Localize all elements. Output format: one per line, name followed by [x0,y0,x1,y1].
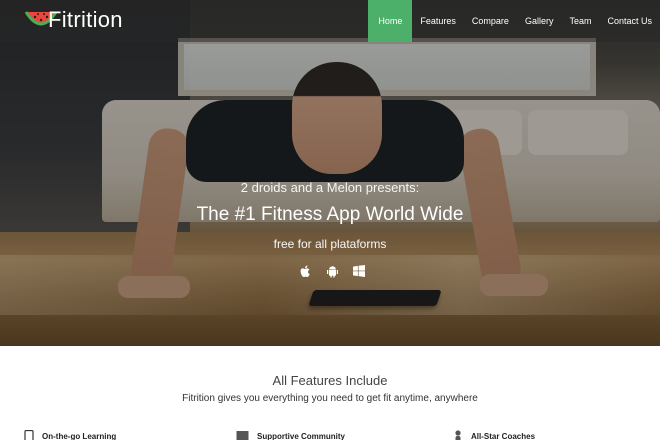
windows-icon[interactable] [352,264,366,278]
feature-item: Supportive Community [236,430,345,440]
feature-label: On-the-go Learning [42,431,117,440]
brand-link[interactable]: Fitrition [24,4,123,36]
nav-home[interactable]: Home [368,0,413,42]
phone-icon [24,430,34,440]
feature-item: All-Star Coaches [453,430,535,440]
feature-item: On-the-go Learning [24,430,116,440]
platform-links [298,264,366,278]
android-icon[interactable] [325,264,339,278]
features-title: All Features Include [272,373,388,388]
feature-label: Supportive Community [257,431,346,440]
nav-gallery[interactable]: Gallery [517,0,562,42]
hero-section [0,0,660,346]
community-icon [236,431,249,440]
apple-icon[interactable] [298,264,312,278]
brand-name: Fitrition [48,7,123,32]
hero-title: The #1 Fitness App World Wide [196,204,464,225]
main-nav: Home Features Compare Gallery Team Conta… [368,0,660,42]
coach-icon [455,430,461,440]
nav-compare[interactable]: Compare [464,0,517,42]
nav-team[interactable]: Team [561,0,599,42]
feature-label: All-Star Coaches [471,431,536,440]
nav-features[interactable]: Features [412,0,464,42]
nav-contact-us[interactable]: Contact Us [599,0,660,42]
features-subtitle: Fitrition gives you everything you need … [182,393,478,404]
hero-presents: 2 droids and a Melon presents: [240,180,420,195]
hero-subtitle: free for all plataforms [273,237,387,251]
hero-overlay [0,0,660,346]
top-navbar: Fitrition Home Features Compare Gallery … [0,0,660,42]
